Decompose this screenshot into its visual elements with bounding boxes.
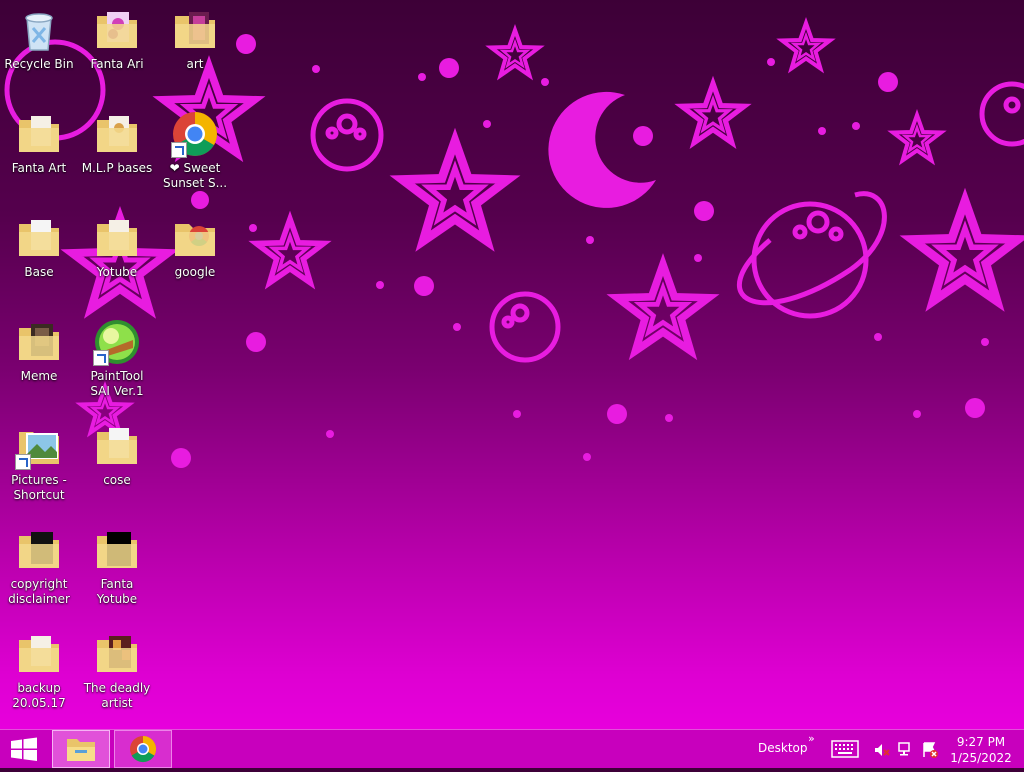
action-center-alert-icon[interactable] (921, 741, 939, 759)
chrome-icon (130, 735, 157, 763)
folder-icon (175, 224, 215, 256)
recycle-bin-icon (25, 13, 53, 51)
desktop-icon-art[interactable]: art (156, 0, 234, 100)
taskbar-clock[interactable]: 9:27 PM 1/25/2022 (944, 734, 1018, 766)
clock-time: 9:27 PM (956, 735, 1006, 749)
desktop-icon-label: google (174, 265, 216, 279)
volume-muted-icon[interactable] (873, 741, 891, 759)
windows-logo-icon (11, 737, 37, 761)
folder-icon (19, 324, 59, 360)
desktop-icon-mlp-bases[interactable]: M.L.P bases (78, 104, 156, 204)
desktop-icon-backup[interactable]: backup 20.05.17 (0, 624, 78, 724)
desktop-toolbar-label[interactable]: Desktop (758, 741, 808, 755)
folder-icon (97, 428, 137, 464)
desktop-icon-label: ❤ Sweet Sunset S... (162, 161, 228, 190)
folder-icon (19, 116, 59, 152)
desktop-icon-fanta-art[interactable]: Fanta Art (0, 104, 78, 204)
desktop-icon-base[interactable]: Base (0, 208, 78, 308)
taskbar: Desktop » 9:27 PM 1/25/2022 (0, 729, 1024, 768)
desktop-icon-label: Fanta Yotube (96, 577, 138, 606)
folder-icon (97, 12, 137, 48)
folder-icon (19, 636, 59, 672)
desktop-icon-sweet-sunset[interactable]: ❤ Sweet Sunset S... (156, 104, 234, 204)
desktop-icon-cose[interactable]: cose (78, 416, 156, 516)
shortcut-arrow-icon (93, 350, 109, 366)
desktop-icon-label: Fanta Art (11, 161, 67, 175)
taskbar-chrome-button[interactable] (114, 730, 172, 768)
network-disconnected-icon[interactable] (897, 741, 915, 759)
pictures-icon (15, 422, 63, 470)
folder-icon (97, 636, 137, 672)
shortcut-arrow-icon (171, 142, 187, 158)
desktop-icon-label: cose (103, 473, 131, 487)
taskbar-file-explorer-button[interactable] (52, 730, 110, 768)
painttool-sai-icon (93, 318, 141, 366)
desktop-icon-label: Base (24, 265, 54, 279)
toolbar-overflow-chevron[interactable]: » (808, 732, 815, 745)
desktop-icon-label: backup 20.05.17 (12, 681, 66, 710)
folder-icon (97, 532, 137, 568)
desktop-icon-painttool-sai[interactable]: PaintTool SAI Ver.1 (78, 312, 156, 412)
touch-keyboard-icon[interactable] (831, 740, 859, 758)
desktop-icon-label: M.L.P bases (81, 161, 153, 175)
start-button[interactable] (0, 730, 48, 768)
desktop-icon-label: Fanta Ari (90, 57, 144, 71)
folder-icon (175, 12, 215, 48)
desktop-icon-label: art (186, 57, 204, 71)
desktop-icon-the-deadly-artist[interactable]: The deadly artist (78, 624, 156, 724)
folder-icon (19, 220, 59, 256)
shortcut-arrow-icon (15, 454, 31, 470)
clock-date: 1/25/2022 (950, 751, 1012, 765)
desktop-icon-google[interactable]: google (156, 208, 234, 308)
file-explorer-icon (67, 739, 95, 761)
desktop-icon-label: Yotube (96, 265, 138, 279)
desktop-icon-label: PaintTool SAI Ver.1 (90, 369, 144, 398)
desktop-icon-fanta-yotube[interactable]: Fanta Yotube (78, 520, 156, 620)
desktop-icon-label: The deadly artist (83, 681, 151, 710)
desktop-icon-meme[interactable]: Meme (0, 312, 78, 412)
chrome-icon (171, 110, 219, 158)
desktop-icon-yotube[interactable]: Yotube (78, 208, 156, 308)
desktop-icon-label: Meme (20, 369, 58, 383)
folder-icon (19, 532, 59, 568)
desktop-icon-fanta-ari[interactable]: Fanta Ari (78, 0, 156, 100)
desktop-icon-pictures-shortcut[interactable]: Pictures - Shortcut (0, 416, 78, 516)
desktop-icon-label: Pictures - Shortcut (11, 473, 67, 502)
desktop-icon-label: copyright disclaimer (8, 577, 70, 606)
desktop-icon-copyright-disclaimer[interactable]: copyright disclaimer (0, 520, 78, 620)
desktop-icon-recycle-bin[interactable]: Recycle Bin (0, 0, 78, 100)
folder-icon (97, 116, 137, 152)
desktop-icon-label: Recycle Bin (4, 57, 74, 71)
folder-icon (97, 220, 137, 256)
